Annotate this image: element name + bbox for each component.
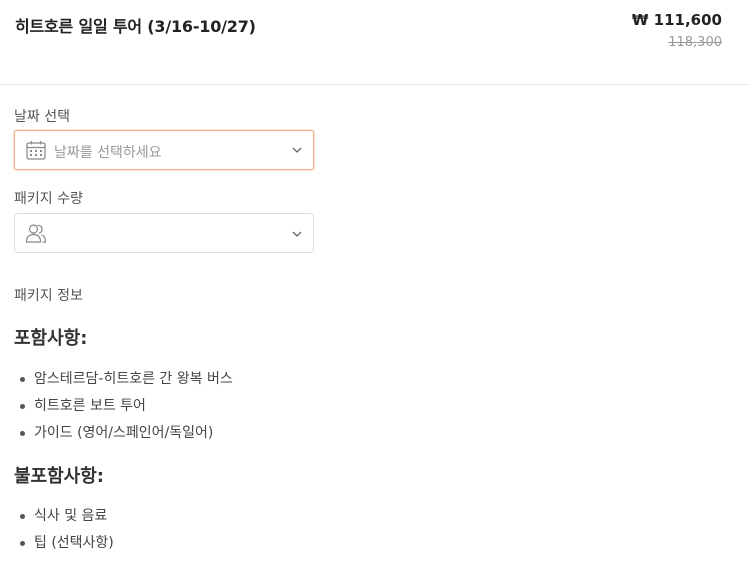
package-info-label: 패키지 정보 [14,288,83,304]
list-item: 히트호른 보트 투어 [20,396,233,423]
excluded-heading: 불포함사항: [14,466,104,487]
list-item-text: 히트호른 보트 투어 [34,398,146,414]
calendar-icon [26,141,46,160]
sale-price: ₩ 111,600 [631,11,722,29]
list-item: 가이드 (영어/스페인어/독일어) [20,423,233,450]
chevron-down-icon [292,231,302,237]
list-item: 암스테르담-히트호른 간 왕복 버스 [20,369,233,396]
bullet [20,431,25,436]
chevron-down-icon [292,147,302,153]
list-item-text: 식사 및 음료 [34,508,108,524]
included-list: 암스테르담-히트호른 간 왕복 버스 히트호른 보트 투어 가이드 (영어/스페… [20,369,233,450]
list-item: 팁 (선택사항) [20,533,114,560]
package-qty-label: 패키지 수량 [14,191,83,207]
bullet [20,541,25,546]
bullet [20,514,25,519]
date-select-label: 날짜 선택 [14,109,70,125]
users-icon [25,224,47,243]
list-item: 식사 및 음료 [20,506,114,533]
bullet [20,404,25,409]
date-select-dropdown[interactable]: 날짜를 선택하세요 [14,130,314,170]
included-heading: 포함사항: [14,328,88,349]
bullet [20,377,25,382]
package-qty-dropdown[interactable] [14,213,314,253]
product-title: 히트호른 일일 투어 (3/16-10/27) [15,17,256,36]
list-item-text: 가이드 (영어/스페인어/독일어) [34,425,214,441]
date-select-placeholder: 날짜를 선택하세요 [54,145,162,161]
excluded-list: 식사 및 음료 팁 (선택사항) [20,506,114,560]
list-item-text: 팁 (선택사항) [34,535,114,551]
list-item-text: 암스테르담-히트호른 간 왕복 버스 [34,371,233,387]
product-header: 히트호른 일일 투어 (3/16-10/27) ₩ 111,600 118,30… [0,0,750,85]
original-price: 118,300 [668,35,722,50]
